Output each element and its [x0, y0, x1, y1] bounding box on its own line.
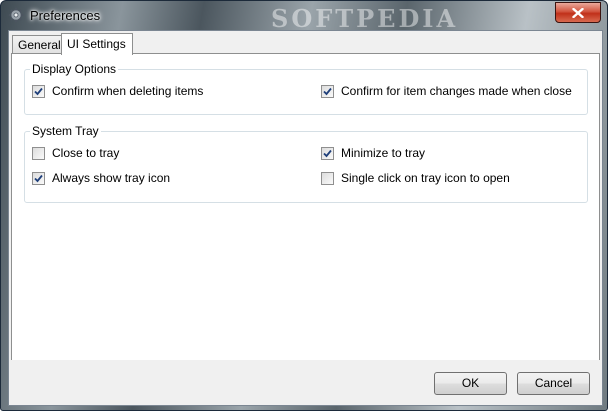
- window-title: Preferences: [30, 8, 101, 23]
- ok-button[interactable]: OK: [434, 372, 507, 395]
- preferences-window: Preferences SOFTPEDIA General UI Setting…: [0, 0, 608, 411]
- close-to-tray-checkbox[interactable]: Close to tray: [32, 146, 119, 160]
- single-click-tray-checkbox[interactable]: Single click on tray icon to open: [321, 171, 510, 185]
- system-tray-title: System Tray: [30, 124, 101, 138]
- checkbox-label: Confirm when deleting items: [52, 84, 204, 98]
- checkbox-box[interactable]: [321, 171, 334, 185]
- ui-settings-panel: Display Options Confirm when deleting it…: [11, 53, 600, 361]
- display-options-title: Display Options: [30, 62, 119, 76]
- title-bar[interactable]: Preferences SOFTPEDIA: [1, 1, 607, 33]
- button-bar: OK Cancel: [9, 360, 602, 405]
- tab-ui-settings[interactable]: UI Settings: [61, 33, 133, 55]
- cancel-button[interactable]: Cancel: [517, 372, 590, 395]
- checkbox-label: Single click on tray icon to open: [341, 171, 510, 185]
- checkbox-label: Minimize to tray: [341, 146, 426, 160]
- checkbox-label: Confirm for item changes made when close: [341, 84, 572, 98]
- checkbox-label: Always show tray icon: [52, 171, 171, 185]
- checkbox-box[interactable]: [32, 84, 45, 98]
- watermark: SOFTPEDIA: [271, 4, 459, 33]
- close-button[interactable]: [555, 2, 601, 23]
- always-show-tray-icon-checkbox[interactable]: Always show tray icon: [32, 171, 170, 185]
- confirm-delete-checkbox[interactable]: Confirm when deleting items: [32, 84, 203, 98]
- tab-general[interactable]: General: [12, 35, 62, 54]
- minimize-to-tray-checkbox[interactable]: Minimize to tray: [321, 146, 425, 160]
- gear-icon: [8, 7, 24, 23]
- system-tray-group: System Tray Close to tray Minimize to tr…: [24, 124, 588, 203]
- confirm-changes-checkbox[interactable]: Confirm for item changes made when close: [321, 84, 572, 98]
- checkbox-box[interactable]: [321, 146, 334, 160]
- display-options-group: Display Options Confirm when deleting it…: [24, 62, 588, 115]
- close-icon: [572, 7, 584, 18]
- checkbox-label: Close to tray: [52, 146, 120, 160]
- checkbox-box[interactable]: [321, 84, 334, 98]
- dialog-body: General UI Settings Display Options Conf…: [8, 30, 603, 406]
- checkbox-box[interactable]: [32, 171, 45, 185]
- checkbox-box[interactable]: [32, 146, 45, 160]
